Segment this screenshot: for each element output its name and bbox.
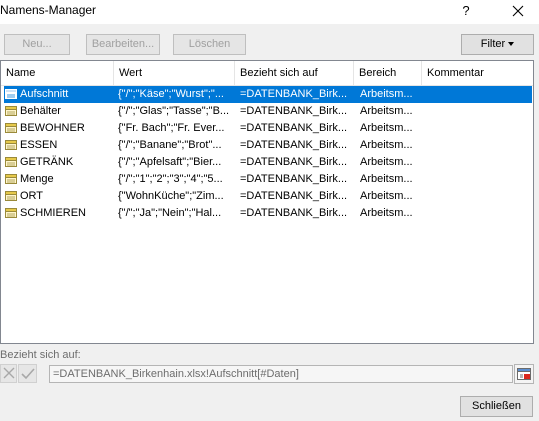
row-scope: Arbeitsm...	[360, 190, 413, 202]
row-name: Aufschnitt	[20, 88, 69, 100]
column-header-comment[interactable]: Kommentar	[422, 61, 533, 85]
collapse-dialog-icon	[517, 368, 531, 380]
table-name-icon	[5, 123, 17, 133]
list-header: Name Wert Bezieht sich auf Bereich Komme…	[1, 61, 533, 86]
column-header-scope[interactable]: Bereich	[354, 61, 422, 85]
row-scope: Arbeitsm...	[360, 88, 413, 100]
row-scope: Arbeitsm...	[360, 156, 413, 168]
table-row[interactable]: ORT {"WohnKüche";"Zim... =DATENBANK_Birk..…	[1, 188, 533, 205]
table-name-icon	[5, 106, 17, 116]
row-comment	[427, 103, 527, 120]
row-comment	[427, 86, 527, 103]
row-comment	[427, 188, 527, 205]
edit-button[interactable]: Bearbeiten...	[86, 34, 160, 55]
row-comment	[427, 154, 527, 171]
confirm-check-icon	[21, 368, 35, 380]
row-scope: Arbeitsm...	[360, 122, 413, 134]
row-value: {"/";"Apfelsaft";"Bier...	[118, 156, 222, 168]
row-comment	[427, 171, 527, 188]
close-icon	[512, 5, 524, 17]
row-value: {"/";"Ja";"Nein";"Hal...	[118, 207, 222, 219]
confirm-edit-button[interactable]	[18, 364, 37, 383]
row-value: {"/";"Banane";"Brot"...	[118, 139, 222, 151]
column-header-refers-to[interactable]: Bezieht sich auf	[235, 61, 354, 85]
row-name: GETRÄNK	[20, 156, 74, 168]
row-refers-to: =DATENBANK_Birk...	[240, 190, 348, 202]
help-button[interactable]: ?	[457, 0, 475, 22]
row-refers-to: =DATENBANK_Birk...	[240, 156, 348, 168]
row-scope: Arbeitsm...	[360, 173, 413, 185]
row-refers-to: =DATENBANK_Birk...	[240, 105, 348, 117]
table-name-icon	[5, 157, 17, 167]
cancel-edit-button[interactable]	[0, 364, 17, 383]
row-refers-to: =DATENBANK_Birk...	[240, 173, 348, 185]
table-row[interactable]: BEWOHNER {"Fr. Bach";"Fr. Ever... =DATENBA…	[1, 120, 533, 137]
row-value: {"/";"Glas";"Tasse";"B...	[118, 105, 230, 117]
row-value: {"/";"Käse";"Wurst";"...	[118, 88, 224, 100]
row-comment	[427, 137, 527, 154]
row-value: {"WohnKüche";"Zim...	[118, 190, 224, 202]
refers-to-label: Bezieht sich auf:	[0, 349, 81, 361]
row-value: {"/";"1";"2";"3";"4";"5...	[118, 173, 223, 185]
table-row[interactable]: ESSEN {"/";"Banane";"Brot"... =DATENBANK_B…	[1, 137, 533, 154]
new-button[interactable]: Neu...	[4, 34, 70, 55]
title-bar: Namens-Manager ?	[0, 0, 539, 24]
row-name: SCHMIEREN	[20, 207, 87, 219]
column-header-value[interactable]: Wert	[114, 61, 235, 85]
table-row[interactable]: Menge {"/";"1";"2";"3";"4";"5... =DATENBAN…	[1, 171, 533, 188]
table-name-icon	[5, 89, 17, 99]
row-refers-to: =DATENBANK_Birk...	[240, 139, 348, 151]
close-window-button[interactable]	[504, 0, 532, 22]
row-name: BEWOHNER	[20, 122, 85, 134]
row-refers-to: =DATENBANK_Birk...	[240, 207, 348, 219]
row-scope: Arbeitsm...	[360, 105, 413, 117]
delete-button[interactable]: Löschen	[173, 34, 246, 55]
row-scope: Arbeitsm...	[360, 139, 413, 151]
row-name: Menge	[20, 173, 54, 185]
refers-to-input[interactable]: =DATENBANK_Birkenhain.xlsx!Aufschnitt[#D…	[49, 365, 513, 383]
row-comment	[427, 205, 527, 222]
row-refers-to: =DATENBANK_Birk...	[240, 88, 348, 100]
row-refers-to: =DATENBANK_Birk...	[240, 122, 348, 134]
table-row[interactable]: Aufschnitt {"/";"Käse";"Wurst";"... =DATEN…	[4, 86, 532, 103]
row-name: Behälter	[20, 105, 61, 117]
row-value: {"Fr. Bach";"Fr. Ever...	[118, 122, 225, 134]
chevron-down-icon	[508, 42, 515, 47]
filter-button[interactable]: Filter	[461, 34, 534, 55]
column-header-name[interactable]: Name	[1, 61, 114, 85]
window-title: Namens-Manager	[0, 3, 97, 17]
filter-label: Filter	[480, 38, 506, 50]
row-comment	[427, 120, 527, 137]
table-row[interactable]: GETRÄNK {"/";"Apfelsaft";"Bier... =DATENBA…	[1, 154, 533, 171]
table-row[interactable]: Behälter {"/";"Glas";"Tasse";"B... =DATENB…	[1, 103, 533, 120]
names-list[interactable]: Name Wert Bezieht sich auf Bereich Komme…	[0, 60, 534, 344]
table-name-icon	[5, 140, 17, 150]
cancel-x-icon	[3, 367, 15, 379]
table-name-icon	[5, 191, 17, 201]
table-name-icon	[5, 208, 17, 218]
row-scope: Arbeitsm...	[360, 207, 413, 219]
row-name: ORT	[20, 190, 44, 202]
table-row[interactable]: SCHMIEREN {"/";"Ja";"Nein";"Hal... =DATENB…	[1, 205, 533, 222]
collapse-dialog-button[interactable]	[514, 364, 534, 384]
table-name-icon	[5, 174, 17, 184]
close-button[interactable]: Schließen	[460, 396, 533, 417]
row-name: ESSEN	[20, 139, 58, 151]
